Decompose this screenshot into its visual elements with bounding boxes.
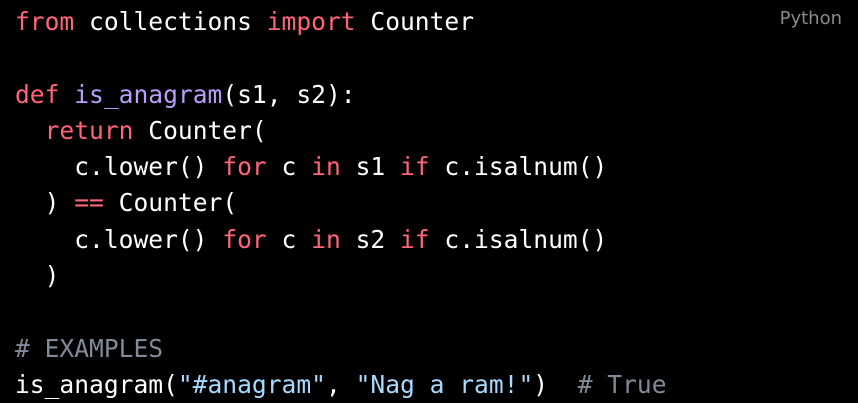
code-text: Counter(: [103, 188, 238, 218]
function-name: is_anagram: [74, 79, 223, 109]
keyword: for: [222, 152, 267, 182]
keyword: return: [44, 115, 134, 145]
code-text: s1: [340, 152, 400, 182]
code-text: ): [533, 369, 578, 399]
keyword: in: [311, 224, 341, 254]
code-content[interactable]: from collections import Counter​def is_a…: [15, 4, 667, 403]
code-text: is_anagram(: [15, 369, 178, 399]
code-line: from collections import Counter: [15, 4, 667, 40]
string-literal: "Nag a ram!": [355, 369, 534, 399]
code-text: Counter: [355, 7, 475, 36]
code-text: c.lower(): [15, 224, 223, 254]
code-text: ,: [325, 369, 356, 399]
code-text: (s1, s2):: [222, 79, 356, 109]
keyword: from: [15, 7, 75, 36]
code-text: c.isalnum(): [429, 152, 608, 182]
code-line: ): [15, 258, 667, 294]
code-line: ​: [15, 294, 667, 330]
language-label: Python: [779, 8, 842, 29]
code-text: s2: [340, 224, 400, 254]
keyword: ==: [74, 188, 104, 218]
comment: # True: [577, 369, 667, 399]
code-line: ) == Counter(: [15, 185, 667, 221]
keyword: def: [15, 79, 60, 109]
code-text: ): [15, 188, 75, 218]
string-literal: "#anagram": [177, 369, 326, 399]
code-text: Counter(: [133, 115, 267, 145]
code-line: ​: [15, 40, 667, 76]
keyword: if: [400, 224, 430, 254]
code-line: c.lower() for c in s1 if c.isalnum(): [15, 149, 667, 185]
keyword: for: [222, 224, 267, 254]
code-line: # EXAMPLES: [15, 331, 667, 367]
code-block: Python from collections import Counter​d…: [0, 0, 858, 402]
keyword: import: [266, 7, 356, 36]
code-text: ): [15, 261, 60, 291]
keyword: if: [400, 152, 430, 182]
comment: # EXAMPLES: [15, 333, 164, 363]
code-line: return Counter(: [15, 113, 667, 149]
keyword: in: [311, 152, 341, 182]
code-text: c.lower(): [15, 152, 223, 182]
code-line: c.lower() for c in s2 if c.isalnum(): [15, 222, 667, 258]
code-line: is_anagram("#anagram", "Nag a ram!") # T…: [15, 367, 667, 403]
code-line: def is_anagram(s1, s2):: [15, 77, 667, 113]
code-text: c: [266, 152, 312, 182]
code-text: collections: [74, 7, 267, 36]
code-text: c: [266, 224, 312, 254]
code-text: c.isalnum(): [429, 224, 608, 254]
